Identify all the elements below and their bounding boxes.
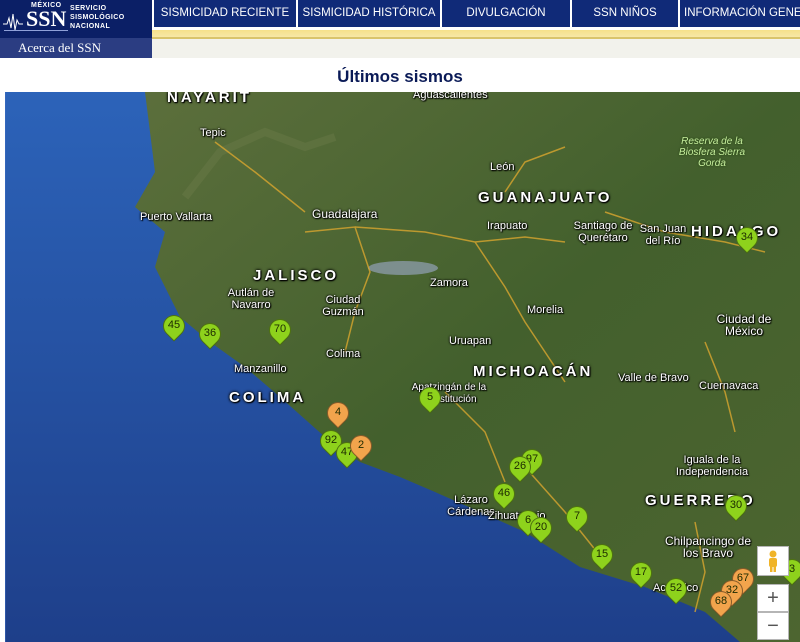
logo-acronym: SSN <box>26 6 67 31</box>
quake-marker[interactable]: 17 <box>625 557 657 594</box>
city-label-iguala: Iguala de la Independencia <box>675 454 749 478</box>
city-label-ciudad-de-mexico: Ciudad de México <box>716 312 772 338</box>
marker-label: 70 <box>273 323 287 335</box>
state-label-jalisco: JALISCO <box>253 267 340 284</box>
acerca-link[interactable]: Acerca del SSN <box>0 38 152 58</box>
marker-label: 30 <box>729 499 743 511</box>
city-label-valle-de-bravo: Valle de Bravo <box>618 372 689 384</box>
quake-marker[interactable]: 20 <box>525 512 557 549</box>
quake-marker[interactable]: 15 <box>586 539 618 576</box>
quake-marker[interactable]: 5 <box>414 382 446 419</box>
marker-label: 7 <box>573 510 581 522</box>
marker-label: 5 <box>426 391 434 403</box>
city-label-queretaro: Santiago de Querétaro <box>573 220 633 244</box>
quake-marker[interactable]: 68 <box>705 586 737 623</box>
quake-marker[interactable]: 36 <box>194 318 226 355</box>
city-label-puerto-vallarta: Puerto Vallarta <box>140 211 212 223</box>
state-label-nayarit: NAYARIT <box>167 92 252 106</box>
marker-label: 46 <box>497 487 511 499</box>
city-label-morelia: Morelia <box>527 304 564 316</box>
marker-label: 26 <box>513 460 527 472</box>
city-label-san-juan-del-rio: San Juan del Río <box>639 223 687 247</box>
city-label-cuernavaca: Cuernavaca <box>699 380 759 392</box>
state-label-colima: COLIMA <box>229 389 307 406</box>
earthquake-map[interactable]: NAYARIT GUANAJUATO JALISCO HIDALGO MICHO… <box>5 92 800 642</box>
marker-label: 45 <box>167 319 181 331</box>
quake-marker[interactable]: 46 <box>488 478 520 515</box>
marker-label: 4 <box>334 406 342 418</box>
nav-subbar <box>152 39 800 58</box>
pegman-icon <box>769 550 777 572</box>
city-label-tepic: Tepic <box>200 127 226 139</box>
marker-label: 36 <box>203 327 217 339</box>
map-background <box>5 92 800 642</box>
city-label-autlan: Autlán de Navarro <box>227 287 275 311</box>
quake-marker[interactable]: 34 <box>731 222 763 259</box>
marker-label: 52 <box>669 582 683 594</box>
quake-marker[interactable]: 7 <box>561 501 593 538</box>
main-nav: SISMICIDAD RECIENTE SISMICIDAD HISTÓRICA… <box>152 0 800 30</box>
nav-sismicidad-historica[interactable]: SISMICIDAD HISTÓRICA <box>296 0 440 27</box>
reserve-label-sierra-gorda: Reserva de la Biosfera Sierra Gorda <box>678 136 746 169</box>
street-view-pegman-button[interactable] <box>757 546 789 576</box>
quake-marker[interactable]: 45 <box>158 310 190 347</box>
state-label-guanajuato: GUANAJUATO <box>478 189 613 206</box>
city-label-guadalajara: Guadalajara <box>312 207 378 221</box>
state-label-michoacan: MICHOACÁN <box>473 363 594 380</box>
city-label-uruapan: Uruapan <box>449 335 492 347</box>
nav-stripe <box>152 30 800 37</box>
city-label-irapuato: Irapuato <box>487 220 528 232</box>
site-header: MÉXICO SSN SERVICIO SISMOLÓGICO NACIONAL… <box>0 0 800 58</box>
zoom-in-button[interactable]: + <box>757 584 789 612</box>
city-label-ciudad-guzman: Ciudad Guzmán <box>322 294 364 318</box>
logo-line-2: SISMOLÓGICO <box>70 14 125 21</box>
city-label-zamora: Zamora <box>430 277 468 289</box>
quake-marker[interactable]: 70 <box>264 314 296 351</box>
city-label-chilpancingo: Chilpancingo de los Bravo <box>664 534 752 560</box>
city-label-manzanillo: Manzanillo <box>234 363 287 375</box>
nav-informacion-general[interactable]: INFORMACIÓN GENER <box>678 0 800 27</box>
nav-divulgacion[interactable]: DIVULGACIÓN <box>440 0 570 27</box>
nav-sismicidad-reciente[interactable]: SISMICIDAD RECIENTE <box>152 0 296 27</box>
quake-marker[interactable]: 52 <box>660 573 692 610</box>
zoom-out-button[interactable]: − <box>757 612 789 640</box>
logo-divider <box>4 30 68 31</box>
marker-label: 34 <box>740 231 754 243</box>
marker-label: 68 <box>714 595 728 607</box>
marker-label: 2 <box>357 439 365 451</box>
logo-line-3: NACIONAL <box>70 23 111 30</box>
city-label-leon: León <box>490 161 515 173</box>
city-label-colima: Colima <box>326 348 361 360</box>
quake-marker[interactable]: 30 <box>720 490 752 527</box>
page-title: Últimos sismos <box>337 67 463 86</box>
ssn-logo[interactable]: MÉXICO SSN SERVICIO SISMOLÓGICO NACIONAL <box>0 0 152 38</box>
marker-label: 17 <box>634 566 648 578</box>
nav-ssn-ninos[interactable]: SSN NIÑOS <box>570 0 678 27</box>
marker-label: 20 <box>534 521 548 533</box>
logo-name: SERVICIO SISMOLÓGICO NACIONAL <box>70 4 150 31</box>
city-label-aguascalientes: Aguascalientes <box>413 92 488 101</box>
quake-marker[interactable]: 2 <box>345 430 377 467</box>
marker-label: 15 <box>595 548 609 560</box>
logo-line-1: SERVICIO <box>70 5 107 12</box>
